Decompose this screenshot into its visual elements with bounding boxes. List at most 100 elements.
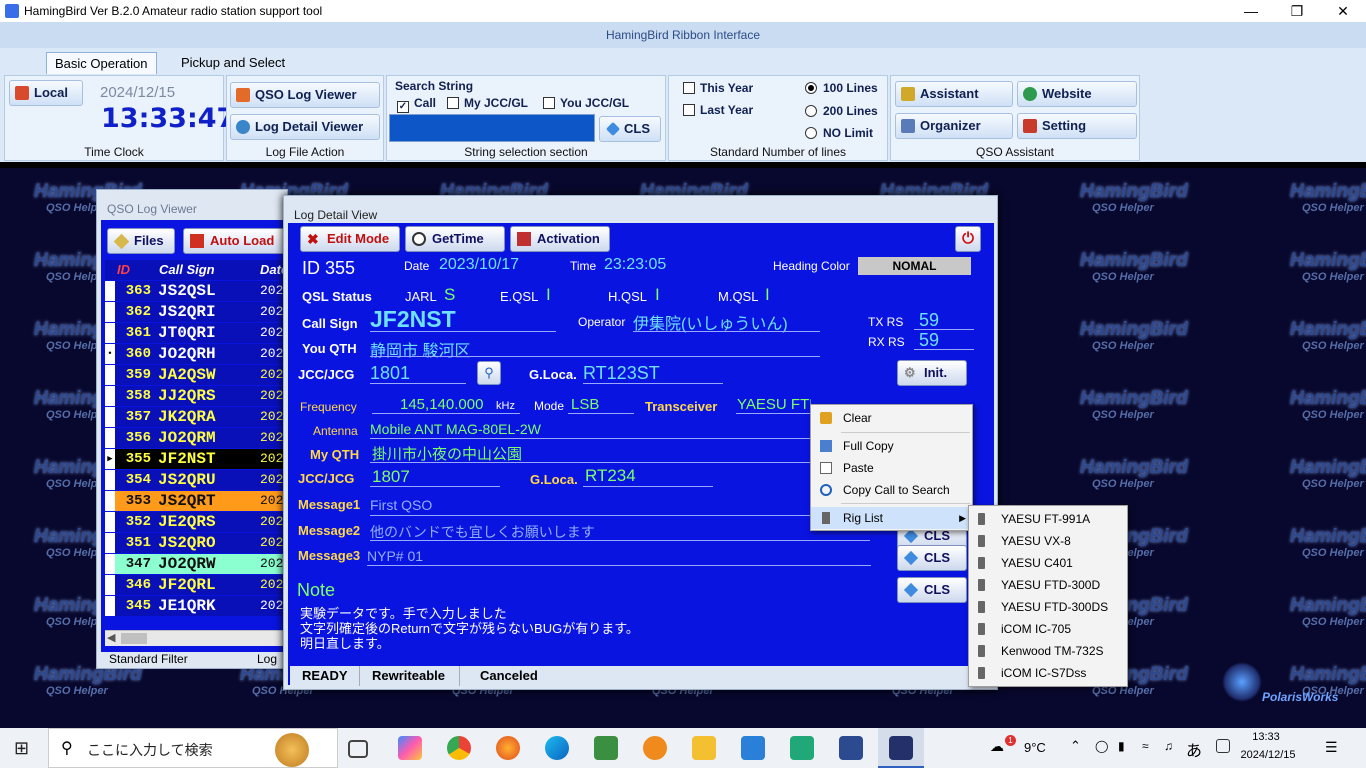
- this-year-checkbox[interactable]: This Year: [683, 81, 753, 95]
- note-textarea[interactable]: 実験データです。手で入力しました 文字列確定後のReturnで文字が残らないBU…: [300, 606, 870, 651]
- rig-list-item[interactable]: YAESU FTD-300D: [969, 574, 1127, 596]
- ime-mode-icon[interactable]: [1216, 739, 1230, 753]
- radio-no-limit-dot[interactable]: [805, 127, 817, 139]
- tray-clock-time[interactable]: 13:33: [1248, 731, 1284, 743]
- tab-pickup-and-select[interactable]: Pickup and Select: [173, 52, 293, 74]
- rig-list-item[interactable]: YAESU VX-8: [969, 530, 1127, 552]
- qso-table-row[interactable]: ▶ 355 JF2NST 202: [105, 449, 285, 470]
- radio-no-limit[interactable]: NO Limit: [805, 126, 873, 140]
- call-sign-value[interactable]: JF2NST: [370, 306, 456, 333]
- radio-200-dot[interactable]: [805, 105, 817, 117]
- organizer-button[interactable]: Organizer: [895, 113, 1013, 139]
- radio-100-dot[interactable]: [805, 82, 817, 94]
- files-button[interactable]: Files: [107, 228, 175, 254]
- rig-list-item[interactable]: iCOM IC-S7Dss: [969, 662, 1127, 684]
- message2-value[interactable]: 他のバンドでも宜しくお願いします: [370, 522, 595, 542]
- qso-table-row[interactable]: 359 JA2QSW 202: [105, 365, 285, 386]
- speaker-icon[interactable]: ♫: [1164, 739, 1173, 753]
- firefox-icon[interactable]: [496, 736, 520, 760]
- qso-table-row[interactable]: 352 JE2QRS 202: [105, 512, 285, 533]
- rig-list-item[interactable]: iCOM IC-705: [969, 618, 1127, 640]
- time-value[interactable]: 23:23:05: [604, 256, 666, 274]
- qso-table-row[interactable]: 361 JT0QRI 202: [105, 323, 285, 344]
- app-icon-blue[interactable]: [839, 736, 863, 760]
- qso-h-scrollbar[interactable]: ◀: [105, 630, 289, 646]
- hamingbird-taskbar-button[interactable]: [878, 728, 924, 768]
- log-detail-viewer-button[interactable]: Log Detail Viewer: [230, 114, 380, 140]
- taskbar-search[interactable]: ⚲ ここに入力して検索: [48, 728, 338, 768]
- rig-list-item[interactable]: Kenwood TM-732S: [969, 640, 1127, 662]
- last-year-checkbox-box[interactable]: [683, 104, 695, 116]
- radio-100-lines[interactable]: 100 Lines: [805, 81, 878, 95]
- qso-table-row[interactable]: 353 JS2QRT 202: [105, 491, 285, 512]
- brave-icon[interactable]: [643, 736, 667, 760]
- last-year-checkbox[interactable]: Last Year: [683, 103, 753, 117]
- setting-button[interactable]: Setting: [1017, 113, 1137, 139]
- tray-clock-date[interactable]: 2024/12/15: [1240, 749, 1296, 761]
- power-button[interactable]: ⏻: [955, 226, 981, 252]
- copilot-icon[interactable]: [398, 736, 422, 760]
- notification-icon[interactable]: ☰: [1325, 739, 1338, 756]
- app-icon-teal[interactable]: [790, 736, 814, 760]
- tray-chevron-icon[interactable]: ⌃: [1070, 738, 1081, 754]
- menu-item-copy-call-to-search[interactable]: Copy Call to Search: [811, 479, 972, 501]
- chrome-icon[interactable]: [447, 736, 471, 760]
- menu-item-paste[interactable]: Paste: [811, 457, 972, 479]
- close-button[interactable]: ✕: [1320, 0, 1366, 22]
- battery-icon[interactable]: ▮: [1118, 739, 1125, 753]
- jcc-value[interactable]: 1801: [370, 363, 410, 384]
- you-qth-value[interactable]: 静岡市 駿河区: [370, 337, 470, 361]
- message1-value[interactable]: First QSO: [370, 497, 432, 513]
- vscode-icon[interactable]: [741, 736, 765, 760]
- wifi-icon[interactable]: ≈: [1142, 739, 1149, 753]
- rig-list-item[interactable]: YAESU FTD-300DS: [969, 596, 1127, 618]
- this-year-checkbox-box[interactable]: [683, 82, 695, 94]
- qso-table-row[interactable]: 357 JK2QRA 202: [105, 407, 285, 428]
- get-time-button[interactable]: GetTime: [405, 226, 505, 252]
- you-jcc-checkbox[interactable]: You JCC/GL: [543, 96, 629, 110]
- init-button[interactable]: ⚙ Init.: [897, 360, 967, 386]
- local-button[interactable]: Local: [9, 80, 83, 106]
- menu-item-clear[interactable]: Clear: [811, 407, 972, 429]
- my-jcc-checkbox[interactable]: My JCC/GL: [447, 96, 528, 110]
- search-cls-button[interactable]: CLS: [599, 116, 661, 142]
- qso-table-row[interactable]: 362 JS2QRI 202: [105, 302, 285, 323]
- website-button[interactable]: Website: [1017, 81, 1137, 107]
- tab-basic-operation[interactable]: Basic Operation: [46, 52, 157, 74]
- message3-value[interactable]: NYP# 01: [367, 548, 423, 564]
- jarl-value[interactable]: S: [444, 285, 455, 305]
- mqsl-value[interactable]: I: [765, 285, 770, 305]
- you-jcc-checkbox-box[interactable]: [543, 97, 555, 109]
- date-value[interactable]: 2023/10/17: [439, 256, 519, 274]
- eqsl-value[interactable]: I: [546, 285, 551, 305]
- weather-temp[interactable]: 9°C: [1024, 740, 1046, 755]
- weather-icon[interactable]: ☁: [990, 738, 1004, 755]
- col-call-sign[interactable]: Call Sign: [159, 260, 215, 280]
- rig-list-item[interactable]: YAESU C401: [969, 552, 1127, 574]
- qso-table-row[interactable]: 346 JF2QRL 202: [105, 575, 285, 596]
- cls-button-3[interactable]: CLS: [897, 577, 967, 603]
- maximize-button[interactable]: ❐: [1274, 0, 1320, 22]
- activation-button[interactable]: Activation: [510, 226, 610, 252]
- hqsl-value[interactable]: I: [655, 285, 660, 305]
- col-id[interactable]: ID: [117, 260, 130, 280]
- tx-rs-value[interactable]: 59: [919, 310, 939, 331]
- qso-log-viewer-button[interactable]: QSO Log Viewer: [230, 82, 380, 108]
- qso-table-row[interactable]: 347 JO2QRW 202: [105, 554, 285, 575]
- cls-button-2[interactable]: CLS: [897, 545, 967, 571]
- menu-item-rig-list[interactable]: Rig List ▶: [811, 507, 972, 529]
- qso-table-row[interactable]: 345 JE1QRK 202: [105, 596, 285, 617]
- scroll-thumb[interactable]: [121, 633, 147, 644]
- rx-rs-value[interactable]: 59: [919, 330, 939, 351]
- qso-table-row[interactable]: 358 JJ2QRS 202: [105, 386, 285, 407]
- menu-item-full-copy[interactable]: Full Copy: [811, 435, 972, 457]
- radio-200-lines[interactable]: 200 Lines: [805, 104, 878, 118]
- jcc-lookup-button[interactable]: ⚲: [477, 361, 501, 385]
- task-view-icon[interactable]: [348, 740, 368, 758]
- qso-table-row[interactable]: 363 JS2QSL 202: [105, 281, 285, 302]
- file-explorer-icon[interactable]: [692, 736, 716, 760]
- scroll-left-icon[interactable]: ◀: [107, 631, 115, 644]
- qso-table-row[interactable]: 354 JS2QRU 202: [105, 470, 285, 491]
- tray-icon-1[interactable]: ◯: [1095, 739, 1108, 753]
- auto-load-button[interactable]: Auto Load: [183, 228, 287, 254]
